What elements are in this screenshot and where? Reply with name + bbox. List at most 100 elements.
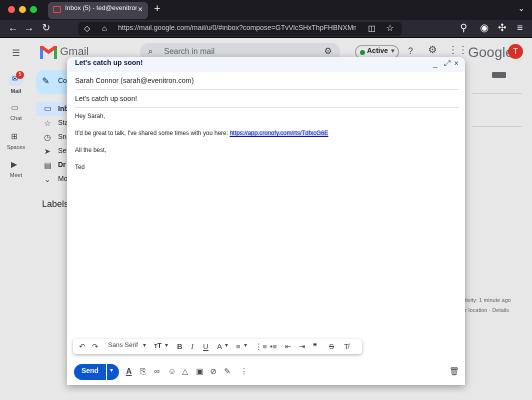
font-chevron-icon[interactable]: ▾ bbox=[143, 341, 146, 352]
expand-icon[interactable]: ⤢ bbox=[444, 59, 450, 69]
compose-dialog: Let's catch up soon! _ ⤢ × Sarah Connor … bbox=[67, 57, 465, 385]
recipient-chip[interactable]: Sarah Connor (sarah@evenitron.com) bbox=[75, 78, 194, 85]
insert-emoji-icon[interactable]: ☺ bbox=[168, 366, 176, 378]
close-tab-icon[interactable]: × bbox=[138, 5, 143, 15]
reload-icon[interactable]: ↻ bbox=[42, 24, 50, 34]
profile-icon[interactable]: ◉ bbox=[480, 24, 489, 34]
active-status-dot-icon bbox=[360, 50, 365, 55]
text-color-chevron-icon[interactable]: ▾ bbox=[225, 341, 228, 352]
align-icon[interactable]: ≡ bbox=[236, 341, 240, 352]
bookmark-star-icon[interactable]: ☆ bbox=[386, 23, 394, 34]
nav-item-drafts[interactable]: Dr bbox=[58, 162, 66, 169]
send-button[interactable]: Send bbox=[74, 364, 106, 380]
status-label: Active bbox=[367, 48, 389, 55]
meet-icon[interactable]: ▶ bbox=[11, 160, 17, 169]
settings-gear-icon[interactable]: ⚙ bbox=[428, 45, 437, 56]
insert-photo-icon[interactable]: ▣ bbox=[196, 366, 204, 378]
gmail-favicon-icon bbox=[53, 6, 61, 13]
more-options-icon[interactable]: ⋮ bbox=[240, 366, 248, 378]
insert-signature-icon[interactable]: ✎ bbox=[224, 366, 231, 378]
strikethrough-icon[interactable]: S bbox=[329, 341, 334, 352]
font-size-icon[interactable]: тT bbox=[154, 341, 162, 352]
remove-formatting-icon[interactable]: T̸ bbox=[344, 341, 349, 352]
close-window-button[interactable] bbox=[8, 6, 15, 13]
search-options-icon[interactable]: ⚙ bbox=[324, 46, 332, 57]
formatting-options-icon[interactable]: A bbox=[126, 366, 132, 378]
compose-header[interactable]: Let's catch up soon! _ ⤢ × bbox=[67, 57, 465, 72]
drafts-icon: ▤ bbox=[44, 161, 52, 170]
new-tab-button[interactable]: + bbox=[154, 3, 160, 15]
google-logo-text: Google bbox=[468, 44, 514, 60]
url-text[interactable]: https://mail.google.com/mail/u/0/#inbox?… bbox=[118, 25, 356, 32]
minimize-icon[interactable]: _ bbox=[433, 59, 437, 69]
confidential-mode-icon[interactable]: ⊘ bbox=[210, 366, 217, 378]
pencil-icon: ✎ bbox=[42, 76, 50, 86]
attach-file-icon[interactable]: ⎘ bbox=[140, 366, 146, 378]
account-location-details[interactable]: r location · Details bbox=[465, 308, 509, 314]
shield-icon[interactable]: ◇ bbox=[84, 24, 90, 33]
chat-icon[interactable]: ▭ bbox=[11, 103, 19, 112]
redo-icon[interactable]: ↷ bbox=[92, 341, 98, 352]
tab-list-chevron-icon[interactable]: ⌄ bbox=[518, 4, 525, 13]
subject-field[interactable]: Let's catch up soon! bbox=[75, 91, 459, 108]
more-chevron-icon: ⌄ bbox=[44, 175, 51, 184]
text-color-icon[interactable]: A bbox=[217, 341, 222, 352]
font-size-chevron-icon[interactable]: ▾ bbox=[165, 341, 168, 352]
body-line-1: It'd be great to talk, I've shared some … bbox=[75, 131, 329, 137]
last-activity-text: tivity: 1 minute ago bbox=[465, 298, 511, 304]
font-family-select[interactable]: Sans Serif bbox=[108, 342, 138, 349]
bold-icon[interactable]: B bbox=[177, 341, 182, 352]
extension-icon[interactable]: ⚲ bbox=[460, 24, 467, 34]
gmail-logo-icon bbox=[40, 46, 57, 59]
extensions-puzzle-icon[interactable]: ✣ bbox=[498, 24, 506, 34]
pocket-icon[interactable]: ◫ bbox=[368, 24, 376, 33]
hamburger-menu-icon[interactable]: ☰ bbox=[12, 48, 20, 59]
send-options-chevron-icon: ▾ bbox=[110, 368, 114, 374]
help-icon[interactable]: ? bbox=[408, 46, 413, 56]
spaces-icon[interactable]: ⊞ bbox=[11, 132, 18, 141]
scheduling-link[interactable]: https://app.cronofy.com/rts/TdfxcG6E bbox=[229, 131, 329, 137]
labels-heading: Labels bbox=[42, 199, 69, 209]
nav-item-snoozed[interactable]: Sn bbox=[58, 134, 67, 141]
indent-less-icon[interactable]: ⇤ bbox=[285, 341, 291, 352]
url-bar[interactable]: ◇ ⌂ https://mail.google.com/mail/u/0/#in… bbox=[78, 22, 402, 36]
close-icon[interactable]: × bbox=[454, 59, 459, 69]
indent-more-icon[interactable]: ⇥ bbox=[299, 341, 305, 352]
compose-title: Let's catch up soon! bbox=[75, 60, 143, 67]
subject-text[interactable]: Let's catch up soon! bbox=[75, 96, 137, 103]
undo-icon[interactable]: ↶ bbox=[79, 341, 85, 352]
insert-drive-icon[interactable]: △ bbox=[182, 366, 188, 378]
italic-icon[interactable]: I bbox=[191, 341, 194, 352]
nav-item-sent[interactable]: Se bbox=[58, 148, 67, 155]
apps-grid-icon[interactable]: ⋮⋮ bbox=[448, 45, 468, 56]
formatting-toolbar: ↶ ↷ Sans Serif ▾ тT ▾ B I U A ▾ ≡ ▾ ⋮≡ •… bbox=[73, 339, 362, 354]
body-line-1-text: It'd be great to talk, I've shared some … bbox=[75, 131, 230, 137]
menu-icon[interactable]: ≡ bbox=[517, 24, 523, 34]
align-chevron-icon[interactable]: ▾ bbox=[244, 341, 247, 352]
minimize-window-button[interactable] bbox=[19, 6, 26, 13]
insert-link-icon[interactable]: ∞ bbox=[154, 366, 160, 378]
maximize-window-button[interactable] bbox=[30, 6, 37, 13]
schedule-send-button[interactable]: ▾ bbox=[107, 364, 119, 380]
list-divider bbox=[472, 126, 522, 127]
underline-icon[interactable]: U bbox=[203, 341, 208, 352]
mail-unread-badge: 5 bbox=[16, 71, 24, 79]
recipients-field[interactable]: Sarah Connor (sarah@evenitron.com) bbox=[75, 73, 459, 90]
rail-label-spaces: Spaces bbox=[6, 145, 26, 151]
input-tools-icon[interactable] bbox=[492, 72, 506, 78]
back-icon[interactable]: ← bbox=[8, 24, 18, 34]
quote-icon[interactable]: ❞ bbox=[313, 341, 317, 352]
forward-icon[interactable]: → bbox=[24, 24, 34, 34]
browser-tab-gmail[interactable]: Inbox (5) - ted@evenitron.com × bbox=[48, 2, 148, 19]
snoozed-icon: ◷ bbox=[44, 133, 51, 142]
bulleted-list-icon[interactable]: •≡ bbox=[270, 341, 277, 352]
rail-label-meet: Meet bbox=[9, 173, 23, 179]
search-icon[interactable]: ⌕ bbox=[148, 46, 153, 57]
lock-icon[interactable]: ⌂ bbox=[102, 24, 107, 33]
discard-draft-trash-icon[interactable]: 🗑 bbox=[449, 366, 459, 378]
body-greeting: Hey Sarah, bbox=[75, 114, 106, 120]
starred-icon: ☆ bbox=[44, 119, 52, 128]
numbered-list-icon[interactable]: ⋮≡ bbox=[255, 341, 267, 352]
tab-title: Inbox (5) - ted@evenitron.com bbox=[65, 5, 137, 12]
avatar[interactable]: T bbox=[508, 44, 523, 59]
